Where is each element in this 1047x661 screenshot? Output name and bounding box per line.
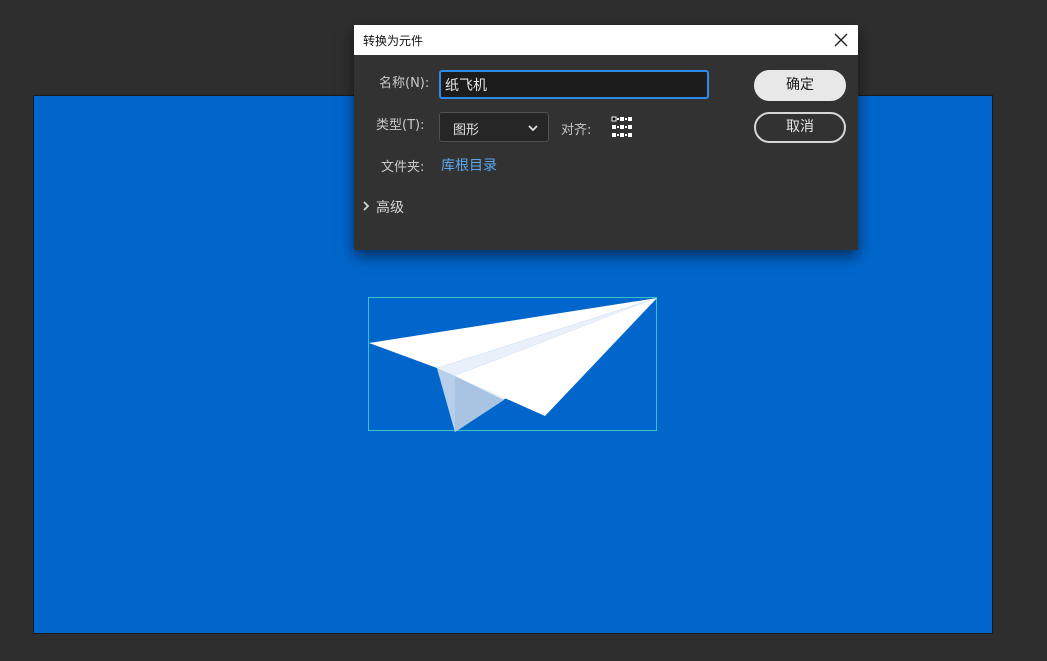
advanced-label: 高级 — [376, 200, 404, 216]
dialog-titlebar: 转换为元件 — [354, 25, 858, 55]
dialog-title: 转换为元件 — [363, 34, 424, 48]
align-label: 对齐: — [561, 123, 592, 138]
folder-label: 文件夹: — [381, 160, 425, 175]
symbol-type-select[interactable]: 图形 — [439, 112, 549, 142]
type-value: 图形 — [453, 123, 480, 138]
name-label: 名称(N): — [379, 76, 430, 91]
chevron-right-icon — [362, 200, 370, 216]
paper-plane-graphic — [369, 298, 657, 432]
symbol-name-input[interactable] — [439, 70, 709, 99]
chevron-down-icon — [527, 122, 539, 137]
type-label: 类型(T): — [376, 118, 425, 133]
ok-button[interactable]: 确定 — [754, 70, 846, 101]
convert-to-symbol-dialog: 转换为元件 名称(N): 类型(T): 图形 对齐: 文件夹: — [354, 25, 858, 250]
library-root-link[interactable]: 库根目录 — [441, 155, 497, 175]
advanced-toggle[interactable]: 高级 — [362, 197, 404, 217]
paper-plane-selection[interactable] — [368, 297, 657, 432]
cancel-button[interactable]: 取消 — [754, 112, 846, 143]
close-icon[interactable] — [832, 31, 850, 49]
registration-grid-icon[interactable] — [611, 116, 633, 142]
